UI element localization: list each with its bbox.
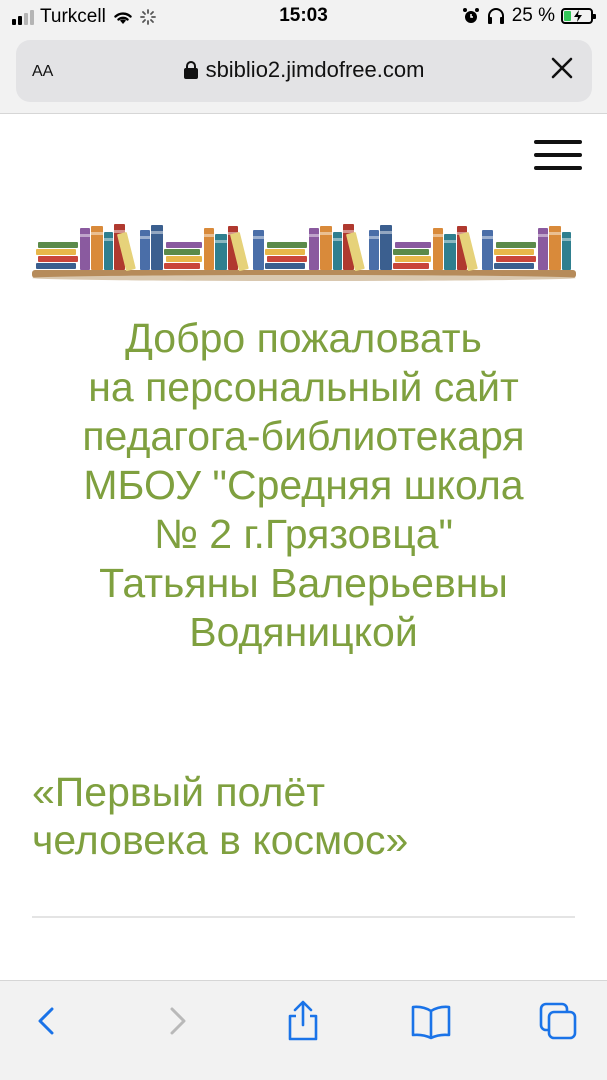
banner-book [38, 242, 78, 248]
banner-book [395, 256, 431, 262]
welcome-line: на персональный сайт [88, 364, 519, 410]
welcome-line: Водяницкой [189, 609, 418, 655]
banner-book [36, 249, 76, 255]
status-bar: Turkcell 15:03 25 % [0, 0, 607, 34]
banner-book-band [444, 240, 456, 243]
bookshelf-banner-image [32, 224, 576, 281]
share-icon[interactable] [281, 999, 325, 1043]
web-page: Добро пожаловать на персональный сайт пе… [0, 114, 607, 980]
status-right: 25 % [462, 5, 596, 27]
banner-book-band [320, 232, 332, 235]
banner-book [496, 256, 536, 262]
banner-book [215, 234, 227, 270]
section-title-line: «Первый полёт [32, 769, 326, 815]
banner-book-band [549, 232, 561, 235]
welcome-line: МБОУ "Средняя школа [83, 462, 524, 508]
alarm-icon [462, 8, 479, 23]
banner-book [496, 242, 536, 248]
banner-book [265, 249, 305, 255]
welcome-line: № 2 г.Грязовца" [153, 511, 454, 557]
banner-book [36, 263, 76, 269]
hamburger-menu-icon[interactable] [534, 140, 582, 172]
back-icon[interactable] [26, 999, 70, 1043]
banner-book-band [369, 236, 379, 239]
welcome-line: Добро пожаловать [125, 315, 482, 361]
url-display[interactable]: sbiblio2.jimdofree.com [16, 57, 592, 83]
tabs-icon[interactable] [536, 999, 580, 1043]
banner-book-band [538, 234, 548, 237]
banner-book-band [204, 234, 214, 237]
banner-book-band [80, 234, 90, 237]
charging-bolt-icon [574, 10, 582, 22]
banner-book [494, 263, 534, 269]
banner-book [38, 256, 78, 262]
lock-icon [183, 61, 198, 79]
banner-book-band [343, 230, 354, 233]
welcome-line: педагога-библиотекаря [82, 413, 525, 459]
banner-book [166, 242, 202, 248]
close-icon[interactable] [548, 54, 576, 82]
browser-toolbar [0, 980, 607, 1080]
banner-book-band [482, 236, 493, 239]
banner-book [395, 242, 431, 248]
banner-book-band [114, 230, 125, 233]
banner-book [393, 263, 429, 269]
banner-book [267, 242, 307, 248]
battery-icon [561, 8, 596, 24]
banner-book-band [151, 231, 163, 234]
url-text: sbiblio2.jimdofree.com [205, 57, 425, 82]
banner-book [444, 234, 456, 270]
banner-book-band [140, 236, 150, 239]
banner-book [166, 256, 202, 262]
banner-book [333, 232, 342, 270]
banner-book-band [253, 236, 264, 239]
banner-book-band [104, 238, 113, 241]
banner-book-band [380, 231, 392, 234]
browser-address-area: AA sbiblio2.jimdofree.com [0, 34, 607, 114]
welcome-heading: Добро пожаловать на персональный сайт пе… [20, 314, 587, 657]
banner-book-band [91, 232, 103, 235]
banner-book-band [562, 238, 571, 241]
banner-book [164, 263, 200, 269]
section-title: «Первый полёт человека в космос» [32, 768, 408, 864]
battery-fill [564, 11, 571, 21]
banner-book-band [333, 238, 342, 241]
banner-book [164, 249, 200, 255]
banner-book-band [215, 240, 227, 243]
headphones-icon [487, 8, 504, 24]
banner-book-band [433, 234, 443, 237]
banner-book [562, 232, 571, 270]
banner-book-band [309, 234, 319, 237]
address-bar[interactable]: AA sbiblio2.jimdofree.com [16, 40, 592, 102]
section-title-line: человека в космос» [32, 817, 409, 863]
battery-percent: 25 % [511, 5, 555, 26]
banner-book [267, 256, 307, 262]
forward-icon[interactable] [154, 999, 198, 1043]
bookmarks-icon[interactable] [409, 999, 453, 1043]
divider [32, 916, 575, 918]
banner-book [265, 263, 305, 269]
welcome-line: Татьяны Валерьевны [99, 560, 508, 606]
banner-book [494, 249, 534, 255]
banner-book [104, 232, 113, 270]
banner-book [393, 249, 429, 255]
